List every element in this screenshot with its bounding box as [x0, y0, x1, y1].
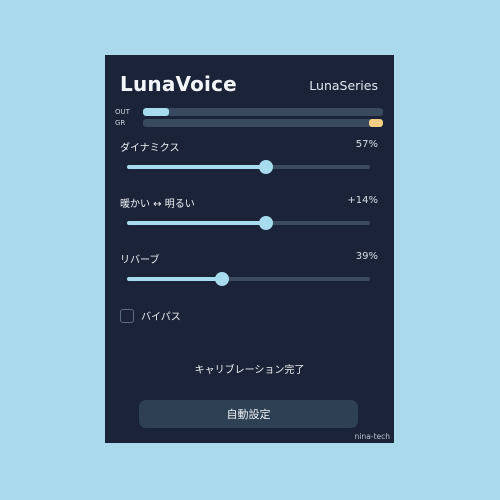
gr-meter-label: GR — [115, 119, 126, 127]
out-meter-label: OUT — [115, 108, 130, 116]
gr-meter — [143, 119, 383, 127]
reverb-slider-fill — [127, 277, 222, 281]
bypass-toggle[interactable]: バイパス — [120, 308, 181, 323]
status-text: キャリブレーション完了 — [194, 365, 305, 376]
out-meter — [143, 108, 383, 116]
brand-label: nina-tech — [354, 432, 390, 441]
bypass-label: バイパス — [141, 312, 181, 323]
plugin-title: LunaVoice — [120, 72, 237, 96]
bypass-checkbox[interactable] — [120, 308, 134, 323]
dynamics-value: 57% — [355, 139, 378, 150]
reverb-slider-thumb[interactable] — [214, 272, 229, 286]
tone-slider[interactable] — [127, 215, 370, 231]
dynamics-slider-fill — [127, 165, 266, 169]
plugin-panel: LunaVoice LunaSeries OUT GR ダイナミクス 57% 暖… — [105, 55, 394, 443]
series-label: LunaSeries — [309, 78, 378, 93]
dynamics-label: ダイナミクス — [120, 143, 180, 154]
out-meter-fill — [143, 108, 170, 116]
tone-value: +14% — [347, 195, 378, 206]
auto-setup-button[interactable]: 自動設定 — [139, 400, 358, 428]
dynamics-slider-thumb[interactable] — [258, 160, 273, 174]
tone-label: 暖かい ↔ 明るい — [120, 199, 195, 210]
reverb-label: リバーブ — [120, 255, 160, 266]
tone-slider-fill — [127, 221, 266, 225]
reverb-slider[interactable] — [127, 271, 370, 287]
gr-meter-fill — [368, 119, 383, 127]
reverb-value: 39% — [355, 251, 378, 262]
tone-slider-thumb[interactable] — [258, 216, 273, 230]
dynamics-slider[interactable] — [127, 159, 370, 175]
